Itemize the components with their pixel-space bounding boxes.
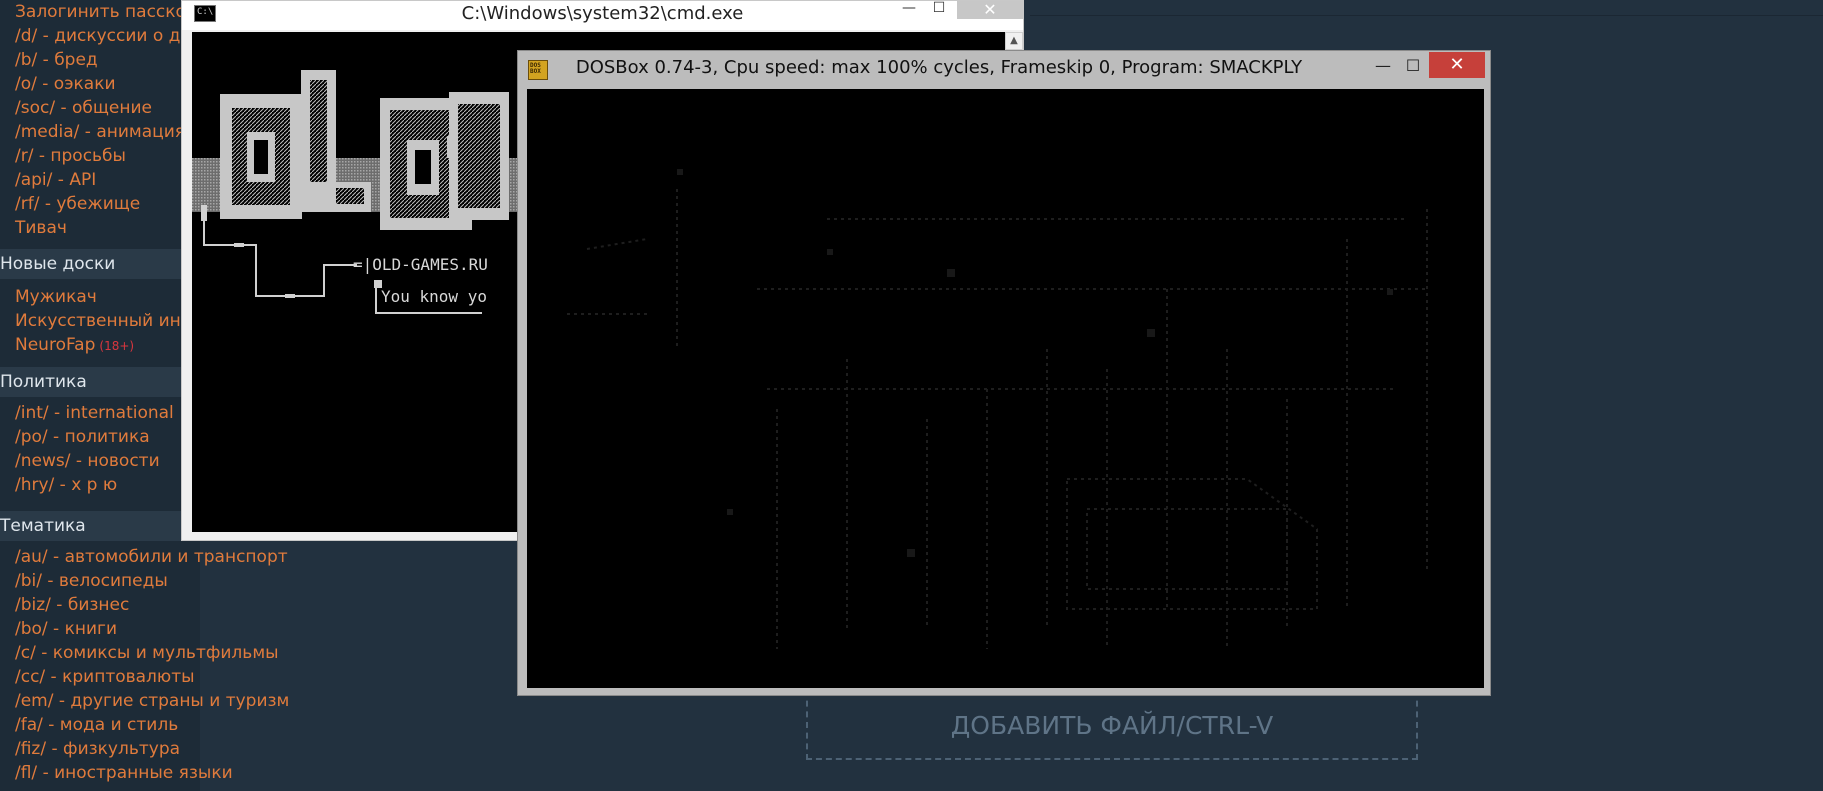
sidebar-item-tivach[interactable]: Тивач <box>0 216 200 240</box>
new-boards-section: Новые доски Мужикач Искусственный интелл… <box>0 249 253 357</box>
sidebar-item-int[interactable]: /int/ - international <box>0 401 200 425</box>
sidebar-item-o[interactable]: /o/ - оэкаки <box>0 72 200 96</box>
board-sidebar: Залогинить пасскод /d/ - дискуссии о два… <box>0 0 289 791</box>
sidebar-item-passcode[interactable]: Залогинить пасскод <box>0 0 200 24</box>
page-header-strip <box>1030 0 1823 16</box>
sidebar-item-soc[interactable]: /soc/ - общение <box>0 96 200 120</box>
dosbox-game-screen[interactable] <box>527 89 1484 688</box>
sidebar-item-biz[interactable]: /biz/ - бизнес <box>0 593 200 617</box>
sidebar-item-fa[interactable]: /fa/ - мода и стиль <box>0 713 200 737</box>
scroll-up-arrow-icon[interactable]: ▲ <box>1005 32 1023 50</box>
sidebar-item-fl[interactable]: /fl/ - иностранные языки <box>0 761 233 785</box>
sidebar-item-b[interactable]: /b/ - бред <box>0 48 200 72</box>
politics-heading: Политика <box>0 367 200 397</box>
sidebar-item-au[interactable]: /au/ - автомобили и транспорт <box>0 545 288 569</box>
sidebar-item-bo[interactable]: /bo/ - книги <box>0 617 200 641</box>
sidebar-item-po[interactable]: /po/ - политика <box>0 425 200 449</box>
new-boards-heading: Новые доски <box>0 249 200 279</box>
sidebar-item-neurofap[interactable]: NeuroFap (18+) <box>0 333 200 357</box>
sidebar-item-d[interactable]: /d/ - дискуссии о двач <box>0 24 211 48</box>
cmd-titlebar[interactable]: C:\ C:\Windows\system32\cmd.exe — ☐ ✕ <box>182 1 1023 30</box>
dosbox-minimize-button[interactable]: — <box>1368 55 1398 79</box>
dosbox-icon-glyph: DOS BOX <box>530 62 541 75</box>
sidebar-item-em[interactable]: /em/ - другие страны и туризм <box>0 689 289 713</box>
dosbox-maximize-button[interactable]: ☐ <box>1398 55 1428 79</box>
sidebar-item-ai[interactable]: Искусственный интеллект <box>0 309 253 333</box>
sidebar-item-r[interactable]: /r/ - просьбы <box>0 144 200 168</box>
terminal-tagline: You know yo <box>381 287 487 306</box>
add-file-dropzone[interactable]: ДОБАВИТЬ ФАЙЛ/CTRL-V <box>806 690 1418 760</box>
sidebar-item-hry[interactable]: /hry/ - х р ю <box>0 473 200 497</box>
thematic-heading: Тематика <box>0 511 200 541</box>
sidebar-item-cc[interactable]: /cc/ - криптовалюты <box>0 665 200 689</box>
cmd-close-button[interactable]: ✕ <box>957 1 1023 19</box>
politics-section: Политика /int/ - international /po/ - по… <box>0 367 200 497</box>
sidebar-item-fiz[interactable]: /fiz/ - физкультура <box>0 737 200 761</box>
dim-game-frame <box>567 169 1428 649</box>
sidebar-item-news[interactable]: /news/ - новости <box>0 449 200 473</box>
cmd-minimize-button[interactable]: — <box>894 1 924 19</box>
dosbox-window[interactable]: DOS BOX DOSBox 0.74-3, Cpu speed: max 10… <box>517 50 1491 696</box>
sidebar-item-muzhikach[interactable]: Мужикач <box>0 285 200 309</box>
sidebar-item-bi[interactable]: /bi/ - велосипеды <box>0 569 200 593</box>
dosbox-window-title: DOSBox 0.74-3, Cpu speed: max 100% cycle… <box>575 57 1303 78</box>
sidebar-item-api[interactable]: /api/ - API <box>0 168 200 192</box>
terminal-site-line: =|OLD-GAMES.RU <box>353 255 488 274</box>
neurofap-label: NeuroFap <box>15 335 96 355</box>
sidebar-item-rf[interactable]: /rf/ - убежище <box>0 192 200 216</box>
main-boards-list: Залогинить пасскод /d/ - дискуссии о два… <box>0 0 211 240</box>
sidebar-item-media[interactable]: /media/ - анимация <box>0 120 200 144</box>
dosbox-close-button[interactable]: ✕ <box>1429 52 1485 78</box>
dosbox-app-icon: DOS BOX <box>528 60 548 80</box>
thematic-section: Тематика /au/ - автомобили и транспорт /… <box>0 511 289 785</box>
age-badge: (18+) <box>99 339 135 353</box>
sidebar-item-c[interactable]: /c/ - комиксы и мультфильмы <box>0 641 279 665</box>
cmd-maximize-button[interactable]: ☐ <box>924 1 954 19</box>
